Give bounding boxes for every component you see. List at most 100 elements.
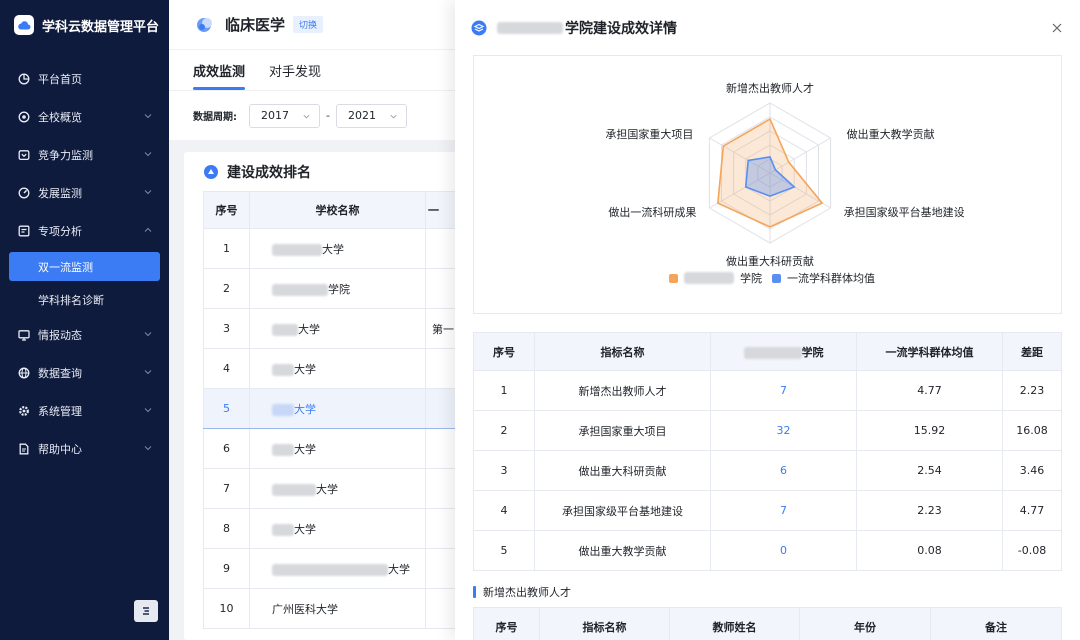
row-index: 4: [473, 490, 535, 531]
school-name: 大学: [249, 388, 426, 429]
college-value-link[interactable]: 6: [710, 450, 857, 491]
section-title-text: 新增杰出教师人才: [483, 586, 571, 599]
chevron-down-icon: [144, 370, 152, 375]
school-name-text: 大学: [298, 322, 320, 336]
sidebar-item-label: 专项分析: [38, 225, 82, 238]
drawer-title: 学院建设成效详情: [497, 18, 677, 38]
col-header-gap: 差距: [1002, 332, 1062, 371]
range-separator: -: [326, 109, 330, 122]
radar-indicator-label: 做出重大科研贡献: [726, 254, 814, 268]
row-index: 6: [203, 428, 250, 469]
average-value: 0.08: [856, 530, 1003, 571]
drawer-title-text: 学院建设成效详情: [565, 21, 677, 37]
sidebar-subitem-double-first-class[interactable]: 双一流监测: [9, 252, 160, 281]
sidebar-item-system[interactable]: 系统管理: [0, 392, 169, 430]
monitor-icon: [18, 329, 30, 341]
end-year-value: 2021: [347, 109, 376, 122]
chevron-down-icon: [144, 114, 152, 119]
talent-detail-table: 序号 指标名称 教师姓名 年份 备注: [473, 607, 1062, 640]
sidebar-item-competitiveness[interactable]: 竞争力监测: [0, 136, 169, 174]
close-icon[interactable]: [1050, 21, 1064, 35]
school-name: 学院: [249, 268, 426, 309]
sidebar-item-label: 平台首页: [38, 73, 82, 86]
sidebar-item-label: 竞争力监测: [38, 149, 93, 162]
sidebar-item-intelligence[interactable]: 情报动态: [0, 316, 169, 354]
redacted-text: [272, 483, 316, 496]
gap-value: -0.08: [1002, 530, 1062, 571]
redacted-text: [272, 323, 298, 336]
ranking-title: 建设成效排名: [227, 165, 311, 181]
tab-competitors[interactable]: 对手发现: [269, 61, 321, 90]
school-name-text: 大学: [294, 362, 316, 376]
chevron-down-icon: [303, 114, 310, 118]
row-index: 10: [203, 588, 250, 629]
sidebar-item-special-analysis[interactable]: 专项分析: [0, 212, 169, 250]
college-value-link[interactable]: 0: [710, 530, 857, 571]
radar-indicator-label: 做出一流科研成果: [608, 205, 696, 219]
row-index: 1: [473, 370, 535, 411]
chevron-down-icon: [144, 152, 152, 157]
radar-legend: 学院 一流学科群体均值: [669, 270, 875, 286]
chevron-down-icon: [144, 446, 152, 451]
sidebar-item-overview[interactable]: 全校概览: [0, 98, 169, 136]
row-index: 4: [203, 348, 250, 389]
sidebar: 学科云数据管理平台 平台首页 全校概览 竞争力监测 发展监测 专项分析 双一流监…: [0, 0, 169, 640]
app-root: 学科云数据管理平台 平台首页 全校概览 竞争力监测 发展监测 专项分析 双一流监…: [0, 0, 1080, 640]
row-index: 5: [203, 388, 250, 429]
row-index: 1: [203, 228, 250, 269]
sidebar-item-help[interactable]: 帮助中心: [0, 430, 169, 468]
indicator-name: 承担国家级平台基地建设: [534, 490, 711, 531]
radar-indicator-label: 承担国家重大项目: [605, 127, 693, 141]
chevron-down-icon: [144, 190, 152, 195]
row-index: 3: [473, 450, 535, 491]
brand[interactable]: 学科云数据管理平台: [0, 0, 169, 50]
school-name-text: 大学: [388, 562, 410, 576]
legend-label-average: 一流学科群体均值: [787, 272, 875, 285]
gap-value: 2.23: [1002, 370, 1062, 411]
college-value-link[interactable]: 7: [710, 370, 857, 411]
col-header-college: 学院: [710, 332, 857, 371]
period-label: 数据周期:: [193, 112, 237, 123]
col-header-college-text: 学院: [801, 345, 824, 359]
college-value-link[interactable]: 7: [710, 490, 857, 531]
sidebar-item-development[interactable]: 发展监测: [0, 174, 169, 212]
indicator-name: 新增杰出教师人才: [534, 370, 711, 411]
col-header-remark: 备注: [930, 607, 1062, 640]
table-row: 1 新增杰出教师人才 7 4.77 2.23: [473, 370, 1062, 411]
tab-effectiveness[interactable]: 成效监测: [193, 61, 246, 90]
legend-swatch-college: [669, 273, 678, 283]
col-header-year: 年份: [799, 607, 931, 640]
end-year-select[interactable]: 2021: [335, 103, 407, 128]
indicator-name: 承担国家重大项目: [534, 410, 711, 451]
college-value-link[interactable]: 32: [710, 410, 857, 451]
chevron-down-icon: [144, 332, 152, 337]
discipline-title: 临床医学: [225, 16, 286, 34]
col-header-index: 序号: [473, 332, 535, 371]
chevron-down-icon: [144, 408, 152, 413]
sidebar-subitem-ranking-diagnosis[interactable]: 学科排名诊断: [0, 283, 169, 316]
chevron-down-icon: [390, 114, 397, 118]
gap-value: 4.77: [1002, 490, 1062, 531]
school-name: 大学: [249, 428, 426, 469]
col-header-indicator: 指标名称: [534, 332, 711, 371]
menu-icon: [143, 607, 149, 615]
switch-discipline-button[interactable]: 切换: [293, 16, 324, 33]
start-year-select[interactable]: 2017: [249, 103, 320, 128]
school-name-text: 大学: [316, 482, 338, 496]
collapse-sidebar-button[interactable]: [134, 600, 158, 622]
indicator-name: 做出重大教学贡献: [534, 530, 711, 571]
redacted-text: [272, 443, 294, 456]
comparison-table-header: 序号 指标名称 学院 一流学科群体均值 差距: [473, 332, 1062, 371]
sidebar-item-home[interactable]: 平台首页: [0, 60, 169, 98]
gauge-icon: [18, 187, 30, 199]
comparison-table-body: 1 新增杰出教师人才 7 4.77 2.23 2 承担国家重大项目 32 15.92 16.08 3…: [473, 370, 1062, 571]
inbox-icon: [18, 149, 30, 161]
section-accent-bar: [473, 586, 476, 598]
cloud-logo-icon: [14, 15, 34, 35]
school-name-text: 大学: [294, 402, 316, 416]
sidebar-item-data-query[interactable]: 数据查询: [0, 354, 169, 392]
school-name-text: 大学: [322, 242, 344, 256]
average-value: 4.77: [856, 370, 1003, 411]
school-name-text: 学院: [328, 282, 350, 296]
radar-chart-box: 新增杰出教师人才 做出重大教学贡献 承担国家级平台基地建设 做出重大科研贡献 做出一流科…: [473, 55, 1062, 314]
